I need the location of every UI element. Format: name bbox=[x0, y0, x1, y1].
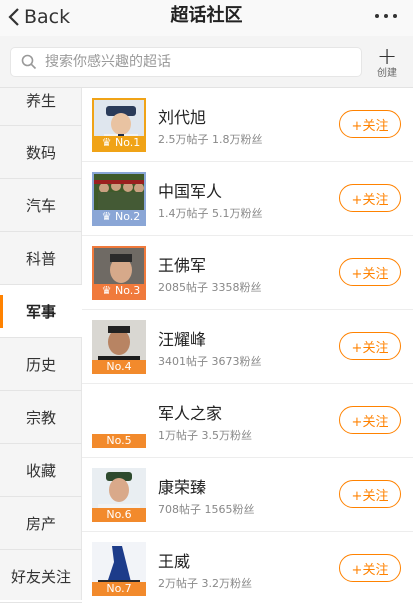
topic-stats: 2万帖子 3.2万粉丝 bbox=[158, 577, 252, 590]
list-item[interactable]: No.7 王威 2万帖子 3.2万粉丝 +关注 bbox=[82, 532, 413, 606]
avatar: ♛ No.1 bbox=[92, 98, 146, 152]
crown-icon: ♛ bbox=[101, 136, 112, 149]
search-icon bbox=[21, 54, 37, 70]
topic-stats: 1万帖子 3.5万粉丝 bbox=[158, 429, 252, 442]
avatar: No.6 bbox=[92, 468, 146, 522]
follow-button[interactable]: +关注 bbox=[339, 258, 401, 286]
page-title: 超话社区 bbox=[170, 5, 243, 26]
more-icon[interactable] bbox=[375, 14, 397, 18]
create-button[interactable]: + 创建 bbox=[373, 44, 401, 80]
rank-badge: No.5 bbox=[92, 434, 146, 448]
create-label: 创建 bbox=[377, 68, 397, 79]
topic-stats: 1.4万帖子 5.1万粉丝 bbox=[158, 207, 263, 220]
sidebar-item-label: 军事 bbox=[25, 302, 56, 321]
sidebar-item-history[interactable]: 历史 bbox=[0, 338, 82, 391]
sidebar-item-label: 数码 bbox=[25, 143, 56, 162]
topic-stats: 708帖子 1565粉丝 bbox=[158, 503, 255, 516]
sidebar-item-label: 汽车 bbox=[25, 196, 56, 215]
sidebar-item-friends[interactable]: 好友关注 bbox=[0, 550, 82, 603]
sidebar-item-realestate[interactable]: 房产 bbox=[0, 497, 82, 550]
sidebar-item-collection[interactable]: 收藏 bbox=[0, 444, 82, 497]
list-item[interactable]: No.4 汪耀峰 3401帖子 3673粉丝 +关注 bbox=[82, 310, 413, 384]
sidebar-item-cars[interactable]: 汽车 bbox=[0, 179, 82, 232]
sidebar-item-military[interactable]: 军事 bbox=[0, 285, 82, 338]
search-box[interactable] bbox=[10, 47, 362, 77]
topic-name: 中国军人 bbox=[158, 182, 223, 201]
follow-button[interactable]: +关注 bbox=[339, 406, 401, 434]
avatar: ♛ No.2 bbox=[92, 172, 146, 226]
sidebar-item-label: 房产 bbox=[25, 514, 56, 533]
avatar: No.7 bbox=[92, 542, 146, 596]
crown-icon: ♛ bbox=[101, 210, 112, 223]
avatar: No.4 bbox=[92, 320, 146, 374]
topic-stats: 2085帖子 3358粉丝 bbox=[158, 281, 262, 294]
list-item[interactable]: ♛ No.1 刘代旭 2.5万帖子 1.8万粉丝 +关注 bbox=[82, 88, 413, 162]
follow-button[interactable]: +关注 bbox=[339, 184, 401, 212]
topic-name: 康荣臻 bbox=[158, 478, 207, 497]
topic-name: 王威 bbox=[158, 552, 191, 571]
sidebar-item-label: 科普 bbox=[25, 249, 56, 268]
avatar: No.5 bbox=[92, 394, 146, 448]
sidebar-item-science[interactable]: 科普 bbox=[0, 232, 82, 285]
sidebar-item-label: 好友关注 bbox=[10, 567, 71, 586]
sidebar-item-digital[interactable]: 数码 bbox=[0, 126, 82, 179]
topic-name: 刘代旭 bbox=[158, 108, 207, 127]
list-item[interactable]: ♛ No.3 王佛军 2085帖子 3358粉丝 +关注 bbox=[82, 236, 413, 310]
rank-badge: No.7 bbox=[92, 582, 146, 596]
follow-button[interactable]: +关注 bbox=[339, 110, 401, 138]
rank-label: No.4 bbox=[106, 360, 132, 373]
rank-label: No.2 bbox=[115, 210, 141, 223]
sidebar-item-label: 宗教 bbox=[25, 408, 56, 427]
list-item[interactable]: No.5 军人之家 1万帖子 3.5万粉丝 +关注 bbox=[82, 384, 413, 458]
topic-stats: 2.5万帖子 1.8万粉丝 bbox=[158, 133, 263, 146]
search-input[interactable] bbox=[45, 54, 325, 70]
topic-name: 军人之家 bbox=[158, 404, 223, 423]
topic-stats: 3401帖子 3673粉丝 bbox=[158, 355, 262, 368]
topic-list: ♛ No.1 刘代旭 2.5万帖子 1.8万粉丝 +关注 ♛ No.2 中国军人… bbox=[82, 88, 413, 600]
follow-button[interactable]: +关注 bbox=[339, 332, 401, 360]
category-sidebar: 养生 数码 汽车 科普 军事 历史 宗教 收藏 房产 好友关注 bbox=[0, 88, 82, 603]
sidebar-item-religion[interactable]: 宗教 bbox=[0, 391, 82, 444]
follow-button[interactable]: +关注 bbox=[339, 480, 401, 508]
rank-label: No.7 bbox=[106, 582, 132, 595]
rank-label: No.5 bbox=[106, 434, 132, 447]
sidebar-item-label: 历史 bbox=[25, 355, 56, 374]
nav-bar: Back 超话社区 bbox=[0, 0, 413, 36]
rank-badge: ♛ No.1 bbox=[94, 136, 144, 150]
follow-button[interactable]: +关注 bbox=[339, 554, 401, 582]
sidebar-item-health[interactable]: 养生 bbox=[0, 76, 82, 126]
sidebar-item-label: 收藏 bbox=[25, 461, 56, 480]
rank-label: No.6 bbox=[106, 508, 132, 521]
rank-badge: ♛ No.2 bbox=[94, 210, 144, 224]
topic-name: 王佛军 bbox=[158, 256, 207, 275]
list-item[interactable]: No.6 康荣臻 708帖子 1565粉丝 +关注 bbox=[82, 458, 413, 532]
rank-badge: No.6 bbox=[92, 508, 146, 522]
avatar: ♛ No.3 bbox=[92, 246, 146, 300]
list-item[interactable]: ♛ No.2 中国军人 1.4万帖子 5.1万粉丝 +关注 bbox=[82, 162, 413, 236]
rank-label: No.1 bbox=[115, 136, 141, 149]
topic-name: 汪耀峰 bbox=[158, 330, 207, 349]
sidebar-item-label: 养生 bbox=[25, 92, 56, 110]
rank-badge: No.4 bbox=[92, 360, 146, 374]
rank-badge: ♛ No.3 bbox=[94, 284, 144, 298]
rank-label: No.3 bbox=[115, 284, 141, 297]
crown-icon: ♛ bbox=[101, 284, 112, 297]
plus-icon: + bbox=[376, 42, 398, 70]
